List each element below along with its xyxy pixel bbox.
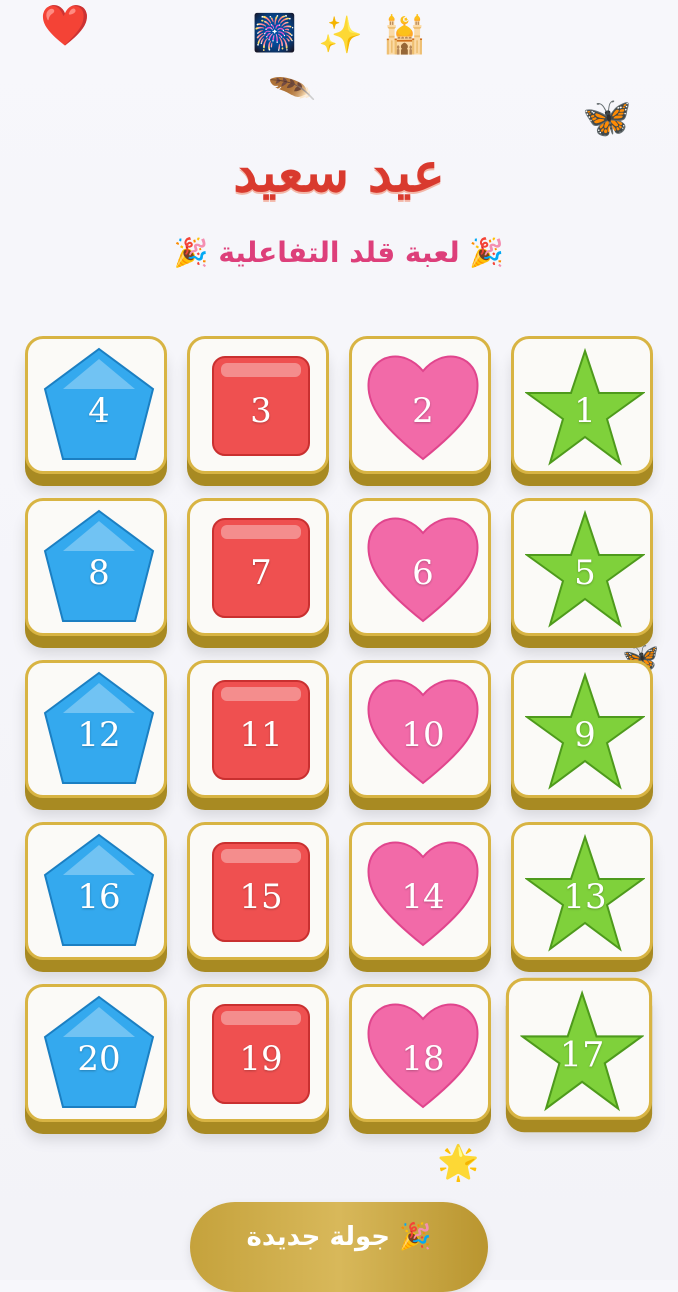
tile-face: 20 (25, 984, 167, 1122)
fireworks-icon: 🎆 (252, 13, 297, 54)
tile-face: 16 (25, 822, 167, 960)
tile-number: 18 (401, 1039, 445, 1079)
tile-face: 11 (187, 660, 329, 798)
tile-number: 1 (574, 391, 596, 431)
tile-face: 9 (511, 660, 653, 798)
game-tile-18[interactable]: 18 (349, 984, 491, 1134)
tile-face: 15 (187, 822, 329, 960)
game-tile-11[interactable]: 11 (187, 660, 329, 810)
game-board: 1 2 3 4 5 6 7 8 9 10 11 12 13 14 15 16 17 18 19 20 (25, 336, 653, 1146)
tile-number: 5 (574, 553, 596, 593)
tile-face: 6 (349, 498, 491, 636)
tile-number: 10 (401, 715, 445, 755)
tile-number: 17 (559, 1034, 605, 1076)
tile-number: 15 (239, 877, 283, 917)
tile-face: 7 (187, 498, 329, 636)
tile-face: 19 (187, 984, 329, 1122)
tile-number: 2 (412, 391, 434, 431)
game-tile-9[interactable]: 9 (511, 660, 653, 810)
tile-number: 13 (563, 877, 607, 917)
tile-number: 9 (574, 715, 596, 755)
tile-face: 10 (349, 660, 491, 798)
game-tile-17[interactable]: 17 (505, 977, 653, 1133)
tile-number: 3 (250, 391, 272, 431)
game-tile-3[interactable]: 3 (187, 336, 329, 486)
tile-face: 3 (187, 336, 329, 474)
tile-number: 12 (77, 715, 121, 755)
tile-number: 7 (250, 553, 272, 593)
feather-icon: 🪶 (266, 65, 318, 115)
tile-face: 8 (25, 498, 167, 636)
game-tile-10[interactable]: 10 (349, 660, 491, 810)
game-tile-15[interactable]: 15 (187, 822, 329, 972)
game-tile-13[interactable]: 13 (511, 822, 653, 972)
game-tile-8[interactable]: 8 (25, 498, 167, 648)
page-title: عيد سعيد (233, 140, 445, 204)
tile-number: 11 (239, 715, 283, 755)
new-round-button[interactable]: جولة جديدة 🎉 (190, 1202, 488, 1292)
tile-face: 17 (505, 977, 653, 1120)
game-tile-5[interactable]: 5 (511, 498, 653, 648)
mosque-icon: 🕌 (382, 15, 427, 56)
game-tile-12[interactable]: 12 (25, 660, 167, 810)
game-tile-1[interactable]: 1 (511, 336, 653, 486)
tile-face: 5 (511, 498, 653, 636)
page-subtitle: 🎉 لعبة قلد التفاعلية 🎉 (173, 236, 505, 269)
tile-face: 12 (25, 660, 167, 798)
tile-number: 16 (77, 877, 121, 917)
game-tile-20[interactable]: 20 (25, 984, 167, 1134)
tile-face: 13 (511, 822, 653, 960)
game-tile-16[interactable]: 16 (25, 822, 167, 972)
game-tile-6[interactable]: 6 (349, 498, 491, 648)
game-tile-19[interactable]: 19 (187, 984, 329, 1134)
tile-number: 6 (412, 553, 434, 593)
tile-face: 4 (25, 336, 167, 474)
tile-number: 19 (239, 1039, 283, 1079)
game-tile-7[interactable]: 7 (187, 498, 329, 648)
tile-face: 1 (511, 336, 653, 474)
tile-face: 2 (349, 336, 491, 474)
heart-icon: ❤️ (40, 3, 90, 49)
tile-face: 18 (349, 984, 491, 1122)
game-tile-4[interactable]: 4 (25, 336, 167, 486)
sparkles-icon: ✨ (318, 15, 363, 56)
tile-number: 20 (77, 1039, 121, 1079)
tile-face: 14 (349, 822, 491, 960)
butterfly-icon: 🦋 (582, 95, 632, 141)
game-tile-2[interactable]: 2 (349, 336, 491, 486)
game-tile-14[interactable]: 14 (349, 822, 491, 972)
tile-number: 14 (401, 877, 445, 917)
tile-number: 4 (88, 391, 110, 431)
tile-number: 8 (88, 553, 110, 593)
star-icon: 🌟 (437, 1143, 480, 1183)
